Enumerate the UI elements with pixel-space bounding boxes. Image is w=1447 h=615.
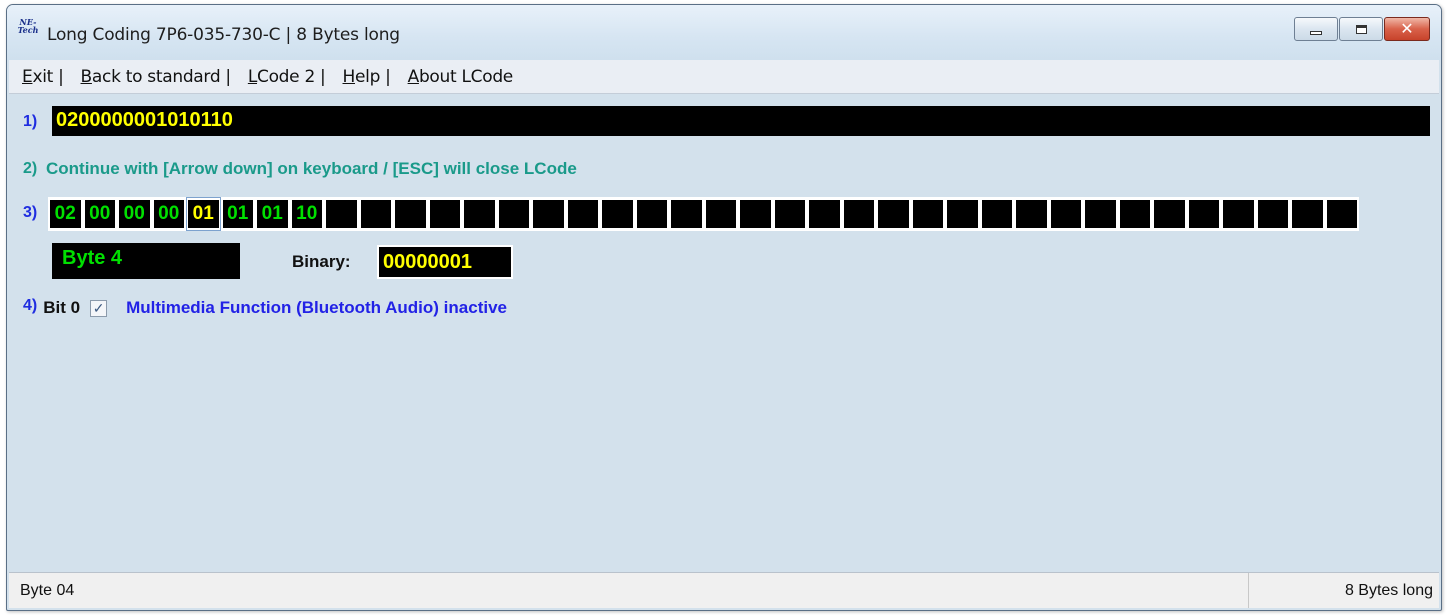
status-byte: Byte 04 (9, 573, 1249, 608)
menu-lcode2-label: Code 2 | (257, 66, 326, 87)
byte-cell[interactable] (358, 197, 393, 231)
byte-cell[interactable] (910, 197, 945, 231)
maximize-icon (1355, 24, 1367, 34)
menu-lcode-2[interactable]: LCode 2 | (248, 67, 326, 87)
byte-cells-row: 02 00 00 00 01 01 01 10 (48, 197, 1359, 231)
step-4-number: 4) (23, 297, 38, 314)
menu-help[interactable]: Help | (343, 67, 391, 87)
minimize-button[interactable] (1294, 17, 1338, 41)
byte-cell[interactable]: 01 (220, 197, 255, 231)
byte-cell[interactable] (1186, 197, 1221, 231)
byte-cell[interactable] (1152, 197, 1187, 231)
menu-about-label: bout LCode (418, 66, 513, 87)
byte-cell[interactable]: 00 (82, 197, 117, 231)
step-1-number: 1) (23, 113, 38, 130)
menu-exit-accel: E (22, 66, 33, 87)
status-length: 8 Bytes long (1344, 582, 1433, 599)
selected-byte-label: Byte 4 (52, 243, 240, 279)
check-icon: ✓ (92, 300, 105, 316)
byte-cell[interactable] (324, 197, 359, 231)
byte-cell[interactable] (669, 197, 704, 231)
menu-lcode2-accel: L (247, 66, 258, 87)
byte-cell[interactable] (1221, 197, 1256, 231)
byte-cell[interactable] (1290, 197, 1325, 231)
byte-cell[interactable] (565, 197, 600, 231)
menu-back-label: ack to standard | (91, 66, 231, 87)
coding-string-field[interactable]: 0200000001010110 (52, 106, 1430, 136)
byte-cell[interactable] (531, 197, 566, 231)
binary-value-field[interactable]: 00000001 (377, 245, 513, 279)
byte-cell[interactable] (945, 197, 980, 231)
keyboard-hint: Continue with [Arrow down] on keyboard /… (46, 159, 577, 178)
byte-cell[interactable] (1324, 197, 1359, 231)
byte-cell[interactable] (600, 197, 635, 231)
bit-description[interactable]: Multimedia Function (Bluetooth Audio) in… (126, 298, 507, 318)
minimize-icon (1310, 31, 1322, 35)
close-icon: ✕ (1400, 19, 1414, 38)
menu-back-to-standard[interactable]: Back to standard | (80, 66, 232, 87)
menu-help-label: elp | (354, 66, 391, 87)
menu-about-accel: A (407, 66, 420, 87)
main-panel: 1) 0200000001010110 2) Continue with [Ar… (9, 95, 1439, 570)
status-bar: Byte 04 8 Bytes long (9, 572, 1439, 608)
title-bar[interactable]: NE- Tech Long Coding 7P6-035-730-C | 8 B… (7, 5, 1441, 60)
menu-back-accel: B (80, 66, 93, 87)
byte-cell[interactable] (876, 197, 911, 231)
maximize-button[interactable] (1339, 17, 1383, 41)
logo-line-2: Tech (17, 25, 39, 35)
byte-cell[interactable] (462, 197, 497, 231)
window-title: Long Coding 7P6-035-730-C | 8 Bytes long (47, 25, 400, 45)
menu-exit-label: xit | (32, 66, 64, 87)
byte-cell[interactable] (427, 197, 462, 231)
byte-cell[interactable] (496, 197, 531, 231)
byte-cell[interactable] (703, 197, 738, 231)
step-2-number: 2) (23, 160, 38, 177)
lcode-window: NE- Tech Long Coding 7P6-035-730-C | 8 B… (6, 4, 1442, 611)
bit-0-checkbox[interactable]: ✓ (90, 299, 108, 317)
menu-exit[interactable]: Exit | (22, 67, 64, 87)
byte-cell[interactable]: 00 (151, 197, 186, 231)
byte-cell[interactable] (1083, 197, 1118, 231)
bit-label: Bit 0 (43, 298, 81, 317)
byte-cell[interactable] (1014, 197, 1049, 231)
binary-label: Binary: (292, 252, 351, 271)
step-3-number: 3) (23, 204, 38, 221)
byte-cell[interactable] (1117, 197, 1152, 231)
menu-bar: Exit | Back to standard | LCode 2 | Help… (9, 60, 1439, 94)
byte-cell[interactable] (393, 197, 428, 231)
menu-about-lcode[interactable]: About LCode (407, 66, 514, 87)
byte-cell[interactable]: 00 (117, 197, 152, 231)
byte-cell[interactable] (634, 197, 669, 231)
byte-cell[interactable]: 02 (48, 197, 83, 231)
byte-cell[interactable]: 01 (186, 197, 221, 231)
byte-cell[interactable] (979, 197, 1014, 231)
byte-cell[interactable]: 10 (289, 197, 324, 231)
window-controls: ✕ (1294, 17, 1430, 41)
byte-cell[interactable] (1048, 197, 1083, 231)
byte-cell[interactable] (738, 197, 773, 231)
bit-row: 4) Bit 0 ✓ Multimedia Function (Bluetoot… (23, 294, 507, 318)
ne-tech-logo-icon: NE- Tech (17, 18, 39, 36)
byte-cell[interactable] (772, 197, 807, 231)
menu-help-accel: H (342, 66, 356, 87)
byte-cell[interactable] (807, 197, 842, 231)
byte-cell[interactable]: 01 (255, 197, 290, 231)
byte-cell[interactable] (1255, 197, 1290, 231)
byte-cell[interactable] (841, 197, 876, 231)
close-button[interactable]: ✕ (1384, 17, 1430, 41)
